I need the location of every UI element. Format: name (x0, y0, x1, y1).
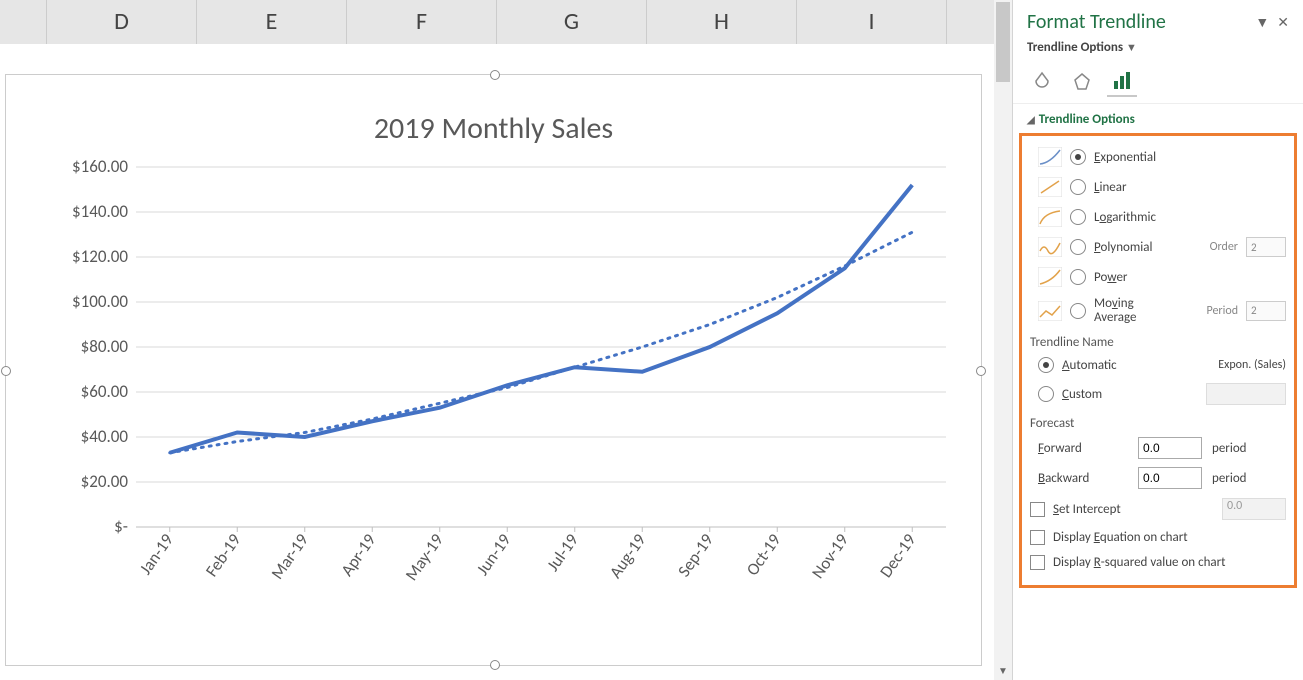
worksheet-area[interactable]: D E F G H I 2019 Monthly Sales $-$20.00$… (0, 0, 1012, 680)
moving-average-icon (1038, 301, 1062, 321)
format-trendline-pane: Format Trendline ▼ ✕ Trendline Options ▼… (1012, 0, 1303, 680)
power-icon (1038, 267, 1062, 287)
logarithmic-icon (1038, 207, 1062, 227)
option-moving-average[interactable]: MovingAverage Period 2 (1038, 292, 1286, 329)
chart-title[interactable]: 2019 Monthly Sales (6, 110, 981, 147)
pane-title: Format Trendline (1027, 10, 1166, 34)
checkbox[interactable] (1030, 555, 1045, 570)
pane-tab-icons (1013, 63, 1303, 97)
svg-text:Jun-19: Jun-19 (472, 530, 516, 580)
svg-text:Feb-19: Feb-19 (201, 530, 246, 581)
svg-text:Aug-19: Aug-19 (605, 530, 651, 583)
col-header[interactable]: D (47, 0, 197, 44)
forecast-backward-row: Backward period (1038, 463, 1286, 493)
col-header[interactable]: I (797, 0, 947, 44)
checkbox[interactable] (1030, 502, 1045, 517)
polynomial-icon (1038, 237, 1062, 257)
svg-text:May-19: May-19 (401, 530, 448, 585)
radio[interactable] (1070, 269, 1086, 285)
svg-text:$-: $- (114, 516, 128, 537)
checkbox[interactable] (1030, 530, 1045, 545)
col-header[interactable]: G (497, 0, 647, 44)
fill-line-tab-icon[interactable] (1027, 67, 1057, 95)
svg-text:$20.00: $20.00 (81, 471, 129, 492)
option-custom-name[interactable]: Custom (1038, 378, 1286, 410)
svg-text:Apr-19: Apr-19 (336, 530, 380, 581)
scroll-thumb[interactable] (996, 2, 1010, 82)
option-automatic-name[interactable]: Automatic Expon. (Sales) (1038, 352, 1286, 378)
pane-close-icon[interactable]: ✕ (1277, 14, 1289, 31)
linear-icon (1038, 177, 1062, 197)
col-header[interactable]: H (647, 0, 797, 44)
resize-handle[interactable] (490, 70, 500, 80)
svg-text:Mar-19: Mar-19 (267, 530, 313, 584)
effects-tab-icon[interactable] (1067, 67, 1097, 95)
chart-plot-area[interactable]: $- $20.00 $40.00 $60.00 $80.00 $100.00 $120.00… (26, 157, 966, 627)
svg-text:Oct-19: Oct-19 (742, 530, 786, 580)
option-linear[interactable]: Linear (1038, 172, 1286, 202)
option-polynomial[interactable]: Polynomial Order 2 (1038, 232, 1286, 262)
trendline-name-heading: Trendline Name (1030, 329, 1286, 352)
svg-text:Dec-19: Dec-19 (875, 530, 920, 582)
svg-text:Nov-19: Nov-19 (807, 530, 853, 583)
svg-text:$80.00: $80.00 (81, 336, 129, 357)
radio[interactable] (1070, 209, 1086, 225)
radio[interactable] (1070, 179, 1086, 195)
intercept-input: 0.0 (1222, 498, 1286, 520)
chart-object[interactable]: 2019 Monthly Sales $-$20.00$40.00$60.00$… (5, 74, 982, 666)
automatic-name-value: Expon. (Sales) (1218, 358, 1286, 372)
option-logarithmic[interactable]: Logarithmic (1038, 202, 1286, 232)
pane-subtitle[interactable]: Trendline Options ▼ (1013, 38, 1303, 63)
display-r2-row[interactable]: Display R-squared value on chart (1030, 550, 1286, 575)
forecast-forward-row: Forward period (1038, 433, 1286, 463)
svg-text:Jul-19: Jul-19 (542, 530, 583, 576)
forecast-heading: Forecast (1030, 410, 1286, 433)
resize-handle[interactable] (976, 366, 986, 376)
forward-input[interactable] (1138, 437, 1202, 459)
option-power[interactable]: Power (1038, 262, 1286, 292)
scroll-down-icon[interactable]: ▼ (994, 664, 1012, 680)
resize-handle[interactable] (1, 366, 11, 376)
set-intercept-row[interactable]: Set Intercept 0.0 (1030, 493, 1286, 525)
svg-text:$100.00: $100.00 (72, 291, 128, 312)
section-trendline-options[interactable]: ◢Trendline Options (1013, 103, 1303, 133)
svg-text:Sep-19: Sep-19 (673, 530, 718, 581)
option-exponential[interactable]: Exponential (1038, 142, 1286, 172)
svg-text:$40.00: $40.00 (81, 426, 129, 447)
period-spinner[interactable]: 2 (1246, 301, 1286, 321)
vertical-scrollbar[interactable]: ▲ ▼ (994, 0, 1012, 680)
resize-handle[interactable] (490, 660, 500, 670)
radio[interactable] (1070, 303, 1086, 319)
svg-text:$140.00: $140.00 (72, 201, 128, 222)
custom-name-input[interactable] (1206, 383, 1286, 405)
trendline-options-tab-icon[interactable] (1107, 67, 1137, 97)
radio[interactable] (1038, 357, 1054, 373)
column-headers: D E F G H I (0, 0, 1012, 45)
order-spinner[interactable]: 2 (1246, 237, 1286, 257)
svg-text:$160.00: $160.00 (72, 157, 128, 177)
svg-text:Jan-19: Jan-19 (135, 530, 178, 579)
radio[interactable] (1070, 149, 1086, 165)
svg-text:$120.00: $120.00 (72, 246, 128, 267)
highlighted-options-region: Exponential Linear Logarithmic Polynomia… (1019, 133, 1297, 588)
pane-dropdown-icon[interactable]: ▼ (1255, 14, 1269, 31)
radio[interactable] (1070, 239, 1086, 255)
col-header[interactable]: E (197, 0, 347, 44)
radio[interactable] (1038, 386, 1054, 402)
col-header[interactable]: F (347, 0, 497, 44)
svg-text:$60.00: $60.00 (81, 381, 129, 402)
exponential-icon (1038, 147, 1062, 167)
backward-input[interactable] (1138, 467, 1202, 489)
display-equation-row[interactable]: Display Equation on chart (1030, 525, 1286, 550)
